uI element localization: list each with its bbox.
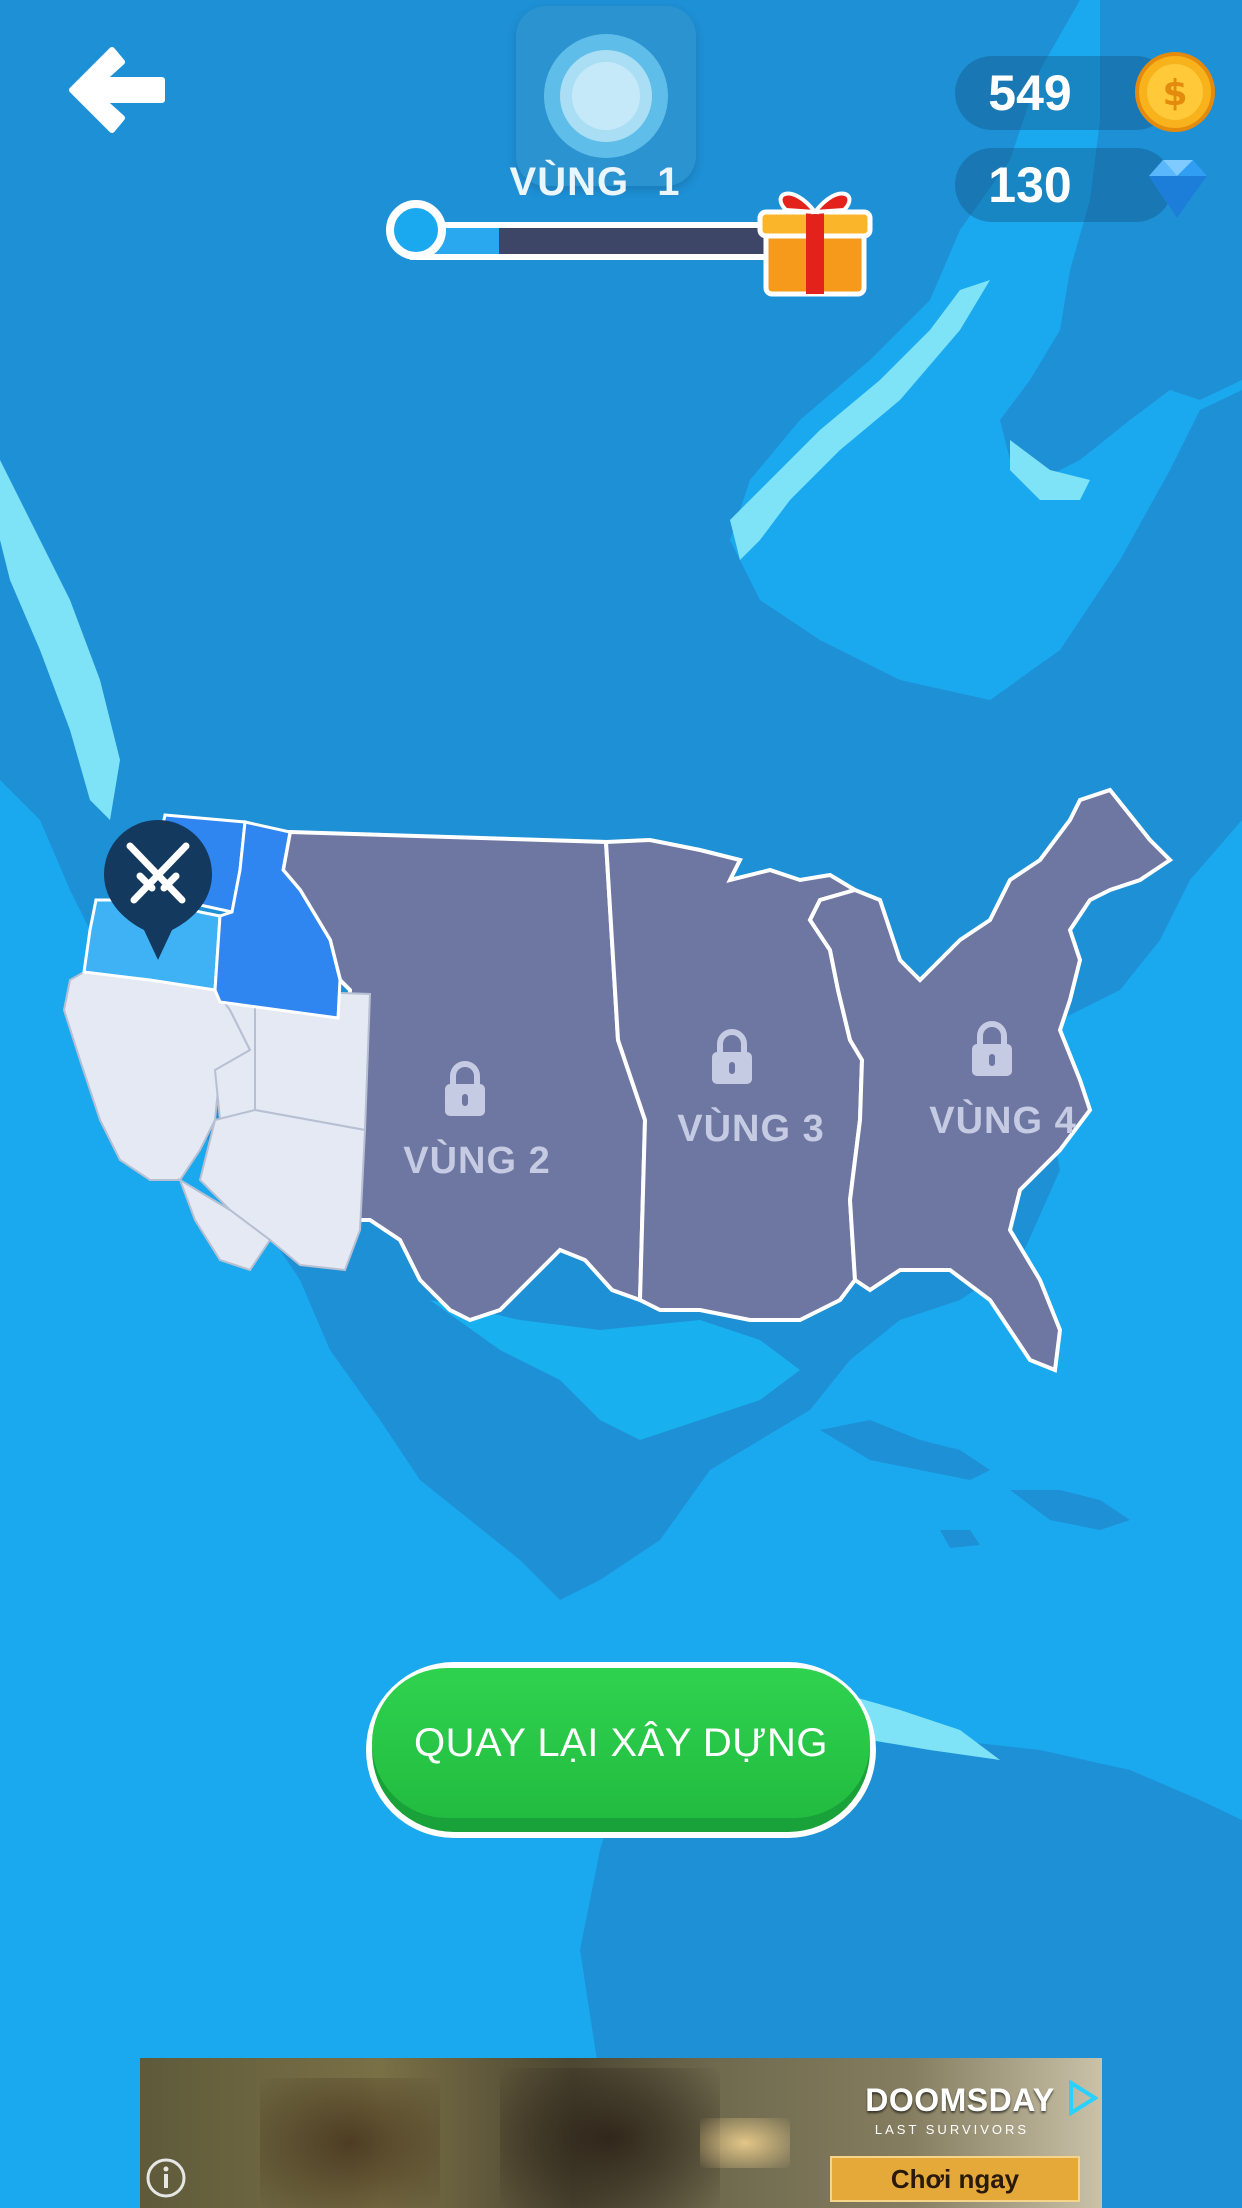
zone-title: VÙNG 1 (430, 160, 760, 205)
battle-marker[interactable] (100, 816, 216, 964)
coin-icon: $ (1133, 50, 1217, 134)
zone-number: 1 (657, 160, 681, 204)
back-arrow-icon (69, 47, 165, 133)
info-icon[interactable] (144, 2156, 188, 2200)
caribbean-island (940, 1530, 980, 1548)
lock-icon (972, 1021, 1012, 1076)
zone-word: VÙNG (509, 160, 630, 204)
ad-banner[interactable]: DOOMSDAY LAST SURVIVORS Chơi ngay (140, 2058, 1102, 2208)
caribbean-island (820, 1420, 990, 1480)
gift-icon (757, 191, 873, 297)
back-button[interactable] (62, 40, 172, 140)
coin-value: 549 (988, 65, 1072, 121)
gift-button[interactable] (752, 172, 878, 300)
zone-progress-bar (410, 222, 786, 260)
zone-4-label: VÙNG 4 (929, 1100, 1077, 1142)
lock-icon (445, 1061, 485, 1116)
lock-icon (712, 1029, 752, 1084)
ad-play-button[interactable]: Chơi ngay (830, 2156, 1080, 2202)
zone-progress-start (386, 200, 446, 260)
caribbean-island (1010, 1490, 1130, 1530)
gem-value: 130 (988, 157, 1072, 213)
back-to-build-label: QUAY LẠI XÂY DỰNG (414, 1721, 828, 1765)
svg-text:$: $ (1162, 73, 1187, 114)
zone-3-label: VÙNG 3 (677, 1108, 825, 1150)
zone-2-label: VÙNG 2 (403, 1140, 551, 1182)
crossed-swords-icon (104, 820, 212, 960)
back-to-build-button[interactable]: QUAY LẠI XÂY DỰNG (366, 1662, 876, 1838)
ad-title: DOOMSDAY (865, 2082, 1055, 2118)
ad-play-label: Chơi ngay (890, 2164, 1020, 2194)
ad-subtitle: LAST SURVIVORS (874, 2122, 1030, 2137)
play-icon (1069, 2080, 1098, 2116)
app-icon (516, 6, 696, 186)
gem-icon (1133, 146, 1217, 230)
